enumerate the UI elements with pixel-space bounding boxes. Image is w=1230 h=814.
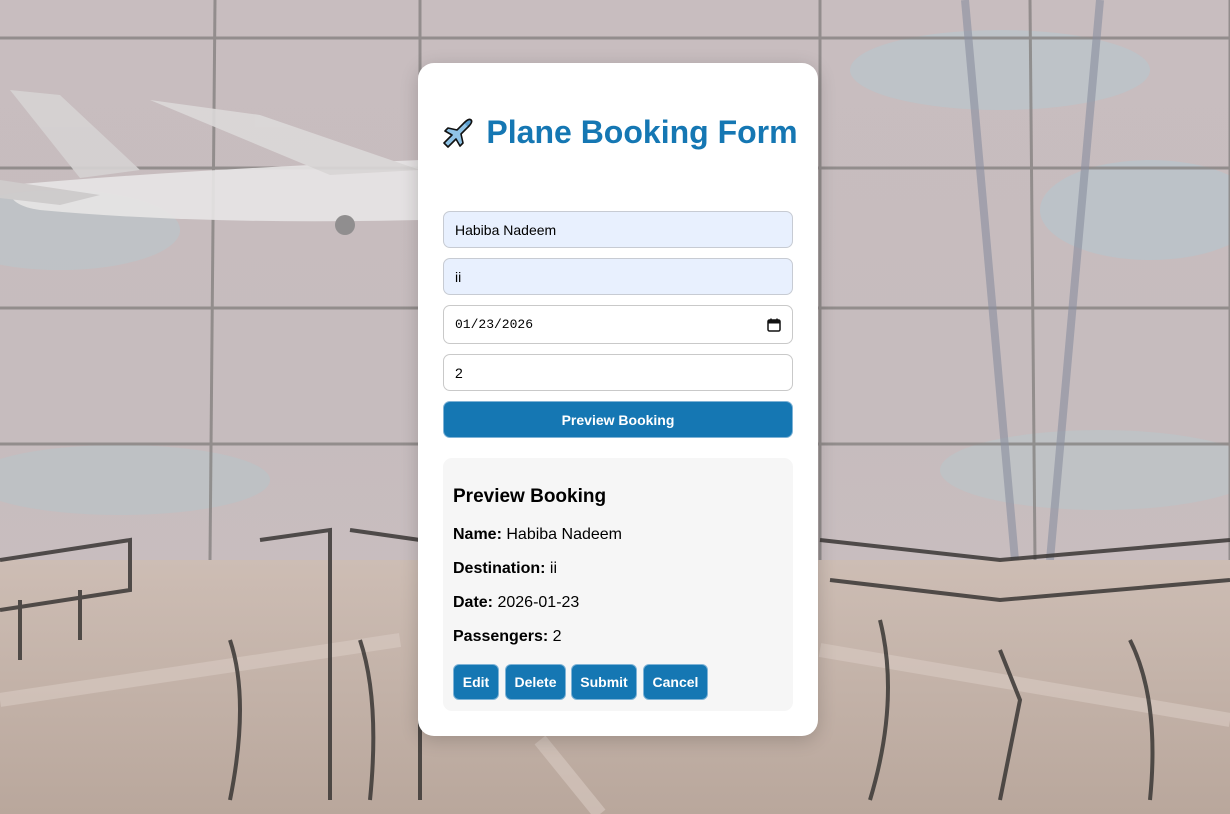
calendar-icon[interactable] (767, 318, 781, 332)
preview-destination-label: Destination: (453, 560, 546, 577)
destination-input-value: ii (455, 268, 462, 285)
airplane-icon (438, 113, 476, 149)
delete-button[interactable]: Delete (505, 664, 566, 700)
preview-destination-value: ii (549, 560, 558, 577)
destination-input[interactable]: ii (443, 258, 793, 295)
passengers-input[interactable]: 2 (443, 354, 793, 391)
preview-name-label: Name: (453, 526, 502, 543)
name-input[interactable]: Habiba Nadeem (443, 211, 793, 248)
date-input[interactable]: 01/23/2026 (443, 305, 793, 344)
cancel-button[interactable]: Cancel (643, 664, 708, 700)
preview-booking-button[interactable]: Preview Booking (443, 401, 793, 438)
form-title: Plane Booking Form (418, 113, 818, 151)
preview-destination-row: Destination: ii (453, 560, 557, 578)
preview-date-row: Date: 2026-01-23 (453, 594, 579, 612)
preview-date-label: Date: (453, 594, 494, 611)
preview-passengers-row: Passengers: 2 (453, 628, 562, 646)
preview-passengers-label: Passengers: (453, 628, 549, 645)
edit-button[interactable]: Edit (453, 664, 499, 700)
name-input-value: Habiba Nadeem (455, 221, 557, 238)
preview-passengers-value: 2 (552, 628, 562, 645)
booking-card: Plane Booking Form Habiba Nadeem ii 01/2… (418, 63, 818, 736)
preview-heading: Preview Booking (453, 486, 607, 507)
preview-panel: Preview Booking Name: Habiba Nadeem Dest… (443, 458, 793, 711)
preview-name-row: Name: Habiba Nadeem (453, 526, 622, 544)
form-title-text: Plane Booking Form (486, 114, 798, 150)
passengers-input-value: 2 (455, 364, 463, 381)
preview-date-value: 2026-01-23 (497, 594, 580, 611)
date-input-value: 01/23/2026 (455, 317, 534, 332)
preview-name-value: Habiba Nadeem (506, 526, 622, 543)
submit-button[interactable]: Submit (571, 664, 637, 700)
